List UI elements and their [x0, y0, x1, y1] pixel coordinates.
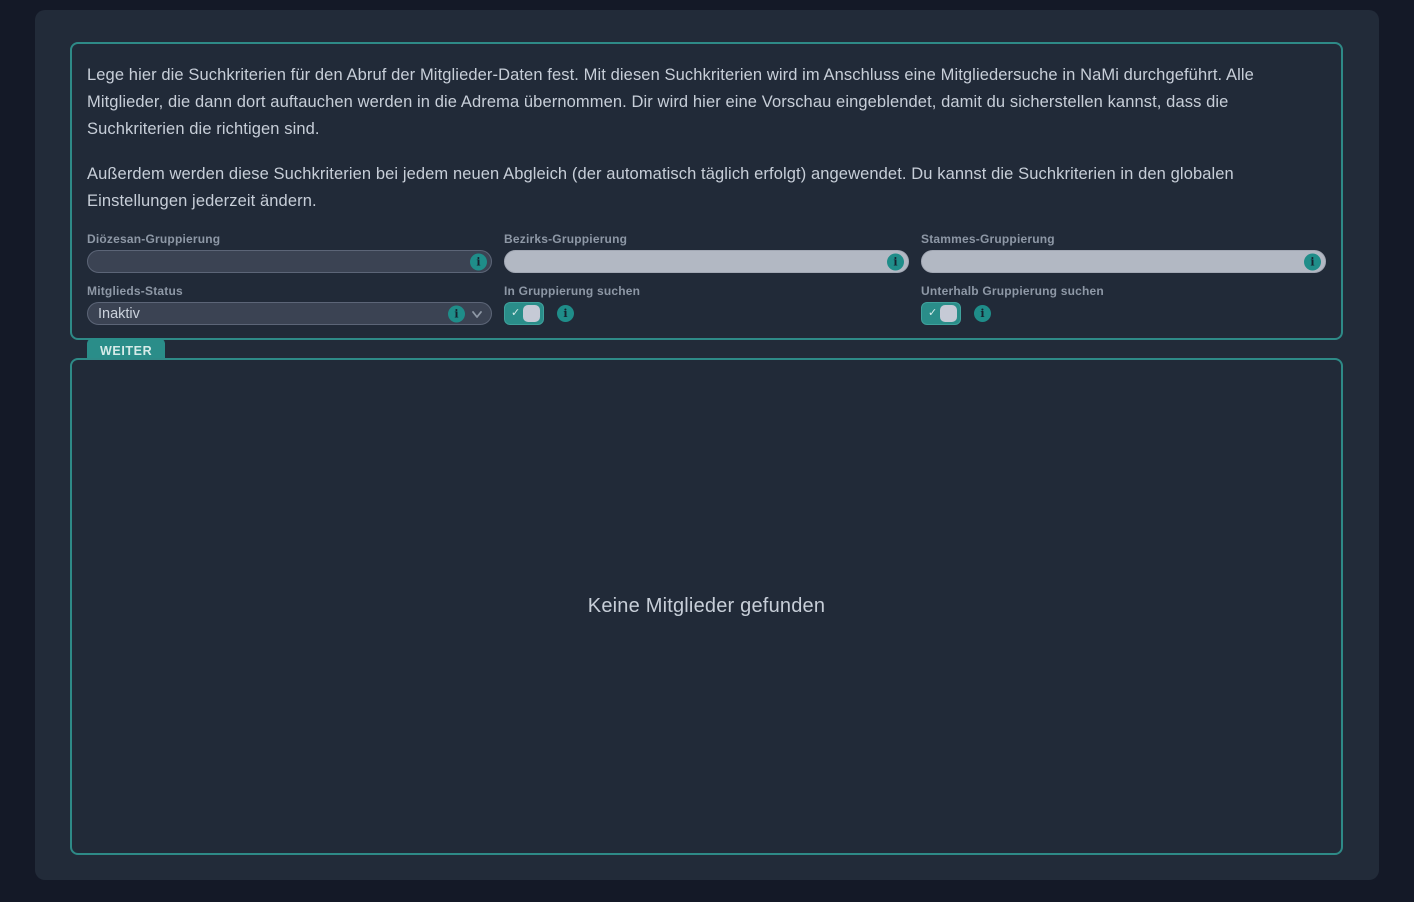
field-bezirks-gruppierung: Bezirks-Gruppierung i: [504, 232, 909, 273]
mitglieds-status-label: Mitglieds-Status: [87, 284, 492, 298]
info-icon[interactable]: i: [557, 305, 574, 322]
mitglieds-status-value: Inaktiv: [98, 306, 140, 322]
in-gruppierung-suchen-label: In Gruppierung suchen: [504, 284, 909, 298]
dioezesan-gruppierung-input[interactable]: [87, 250, 492, 273]
field-unterhalb-gruppierung-suchen: Unterhalb Gruppierung suchen ✓ i: [921, 284, 1326, 325]
intro-text: Lege hier die Suchkriterien für den Abru…: [87, 62, 1326, 215]
stammes-gruppierung-label: Stammes-Gruppierung: [921, 232, 1326, 246]
search-criteria-panel: Lege hier die Suchkriterien für den Abru…: [70, 42, 1343, 340]
field-in-gruppierung-suchen: In Gruppierung suchen ✓ i: [504, 284, 909, 325]
empty-results-message: Keine Mitglieder gefunden: [588, 595, 825, 618]
toggle-knob: [940, 305, 957, 322]
field-mitglieds-status: Mitglieds-Status Inaktiv i: [87, 284, 492, 325]
info-icon[interactable]: i: [1304, 253, 1321, 270]
chevron-down-icon[interactable]: [469, 306, 485, 322]
info-icon[interactable]: i: [470, 253, 487, 270]
info-icon[interactable]: i: [974, 305, 991, 322]
field-stammes-gruppierung: Stammes-Gruppierung i: [921, 232, 1326, 273]
check-icon: ✓: [928, 308, 937, 319]
dioezesan-gruppierung-label: Diözesan-Gruppierung: [87, 232, 492, 246]
criteria-form: Diözesan-Gruppierung i Bezirks-Gruppieru…: [87, 232, 1326, 325]
in-gruppierung-suchen-toggle[interactable]: ✓: [504, 302, 544, 325]
bezirks-gruppierung-input[interactable]: [504, 250, 909, 273]
main-card: Lege hier die Suchkriterien für den Abru…: [35, 10, 1379, 880]
check-icon: ✓: [511, 308, 520, 319]
unterhalb-gruppierung-suchen-label: Unterhalb Gruppierung suchen: [921, 284, 1326, 298]
field-dioezesan-gruppierung: Diözesan-Gruppierung i: [87, 232, 492, 273]
results-panel: Keine Mitglieder gefunden: [70, 358, 1343, 855]
stammes-gruppierung-input[interactable]: [921, 250, 1326, 273]
unterhalb-gruppierung-suchen-toggle[interactable]: ✓: [921, 302, 961, 325]
info-icon[interactable]: i: [887, 253, 904, 270]
mitglieds-status-select[interactable]: Inaktiv: [87, 302, 492, 325]
info-icon[interactable]: i: [448, 305, 465, 322]
intro-paragraph-2: Außerdem werden diese Suchkriterien bei …: [87, 161, 1326, 215]
intro-paragraph-1: Lege hier die Suchkriterien für den Abru…: [87, 62, 1326, 143]
bezirks-gruppierung-label: Bezirks-Gruppierung: [504, 232, 909, 246]
toggle-knob: [523, 305, 540, 322]
